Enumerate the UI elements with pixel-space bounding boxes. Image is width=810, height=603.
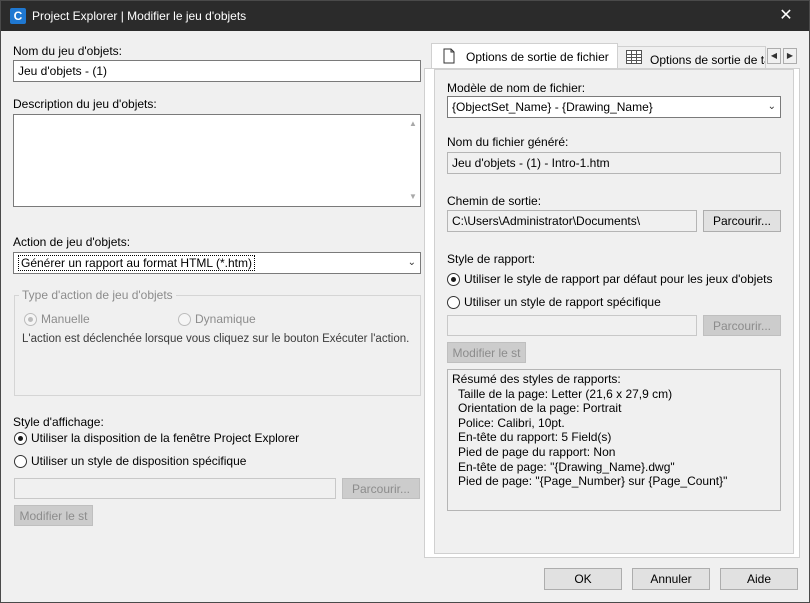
- description-scrollbar[interactable]: ▲ ▼: [406, 115, 420, 206]
- manual-radio-label: Manuelle: [41, 312, 90, 326]
- summary-line: Pied de page du rapport: Non: [458, 444, 616, 459]
- scroll-up-icon[interactable]: ▲: [409, 120, 417, 128]
- summary-title: Résumé des styles de rapports:: [452, 372, 621, 386]
- filename-model-select[interactable]: {ObjectSet_Name} - {Drawing_Name} ⌄: [447, 96, 781, 118]
- generated-filename-field: Jeu d'objets - (1) - Intro-1.htm: [447, 152, 781, 174]
- action-select[interactable]: Générer un rapport au format HTML (*.htm…: [13, 252, 421, 274]
- summary-line: En-tête du rapport: 5 Field(s): [458, 430, 612, 445]
- action-select-value: Générer un rapport au format HTML (*.htm…: [18, 255, 255, 271]
- dynamic-radio-label: Dynamique: [195, 312, 256, 326]
- tab-file-output-label: Options de sortie de fichier: [466, 50, 609, 64]
- tab-file-output[interactable]: Options de sortie de fichier: [431, 43, 618, 69]
- name-label: Nom du jeu d'objets:: [13, 44, 123, 58]
- manual-radio[interactable]: [24, 313, 37, 326]
- action-info-text: L'action est déclenchée lorsque vous cli…: [22, 333, 410, 345]
- report-style-summary: Résumé des styles de rapports: Taille de…: [447, 369, 781, 511]
- chevron-down-icon: ⌄: [767, 101, 776, 112]
- default-style-label: Utiliser le style de rapport par défaut …: [464, 272, 773, 286]
- app-logo-icon: C: [10, 8, 26, 24]
- chevron-down-icon: ⌄: [407, 257, 416, 268]
- tab-scroll-right-icon[interactable]: ▶: [783, 48, 797, 64]
- window-title: Project Explorer | Modifier le jeu d'obj…: [32, 9, 247, 23]
- summary-line: Police: Calibri, 10pt.: [458, 415, 565, 430]
- output-path-browse-button[interactable]: Parcourir...: [703, 210, 781, 232]
- help-button[interactable]: Aide: [720, 568, 798, 590]
- report-modify-style-button[interactable]: Modifier le st: [447, 342, 526, 363]
- tab-table-output-label: Options de sortie de ta: [650, 53, 766, 67]
- specific-style-label: Utiliser un style de rapport spécifique: [464, 295, 661, 309]
- specific-layout-label: Utiliser un style de disposition spécifi…: [31, 454, 247, 468]
- summary-line: Taille de la page: Letter (21,6 x 27,9 c…: [458, 386, 673, 401]
- summary-line: En-tête de page: "{Drawing_Name}.dwg": [458, 459, 675, 474]
- explorer-layout-label: Utiliser la disposition de la fenêtre Pr…: [31, 431, 300, 445]
- cancel-button[interactable]: Annuler: [632, 568, 710, 590]
- summary-line: Pied de page: "{Page_Number} sur {Page_C…: [458, 474, 728, 489]
- specific-style-browse-button[interactable]: Parcourir...: [703, 315, 781, 336]
- scroll-down-icon[interactable]: ▼: [409, 193, 417, 201]
- layout-browse-button[interactable]: Parcourir...: [342, 478, 420, 499]
- report-style-label: Style de rapport:: [447, 252, 536, 266]
- title-bar: C Project Explorer | Modifier le jeu d'o…: [1, 1, 809, 31]
- generated-filename-label: Nom du fichier généré:: [447, 135, 569, 149]
- name-input[interactable]: Jeu d'objets - (1): [13, 60, 421, 82]
- output-path-field[interactable]: C:\Users\Administrator\Documents\: [447, 210, 697, 232]
- ok-button[interactable]: OK: [544, 568, 622, 590]
- description-label: Description du jeu d'objets:: [13, 97, 157, 111]
- specific-style-radio[interactable]: [447, 296, 460, 309]
- display-style-label: Style d'affichage:: [13, 415, 104, 429]
- dynamic-radio[interactable]: [178, 313, 191, 326]
- output-path-label: Chemin de sortie:: [447, 194, 542, 208]
- dialog-window: C Project Explorer | Modifier le jeu d'o…: [0, 0, 810, 603]
- filename-model-value: {ObjectSet_Name} - {Drawing_Name}: [452, 100, 653, 114]
- layout-modify-style-button[interactable]: Modifier le st: [14, 505, 93, 526]
- default-style-radio[interactable]: [447, 273, 460, 286]
- tab-scroll-left-icon[interactable]: ◀: [767, 48, 781, 64]
- action-label: Action de jeu d'objets:: [13, 235, 131, 249]
- filename-model-label: Modèle de nom de fichier:: [447, 81, 586, 95]
- explorer-layout-radio[interactable]: [14, 432, 27, 445]
- specific-style-path-input[interactable]: [447, 315, 697, 336]
- layout-path-input[interactable]: [14, 478, 336, 499]
- action-type-group-title: Type d'action de jeu d'objets: [19, 288, 176, 302]
- table-icon: [626, 50, 642, 64]
- action-type-group: [14, 295, 421, 396]
- page-icon: [443, 48, 455, 64]
- specific-layout-radio[interactable]: [14, 455, 27, 468]
- close-icon[interactable]: ✕: [777, 7, 795, 25]
- tab-table-output[interactable]: Options de sortie de ta: [617, 46, 766, 70]
- summary-line: Orientation de la page: Portrait: [458, 401, 622, 416]
- description-textarea[interactable]: ▲ ▼: [13, 114, 421, 207]
